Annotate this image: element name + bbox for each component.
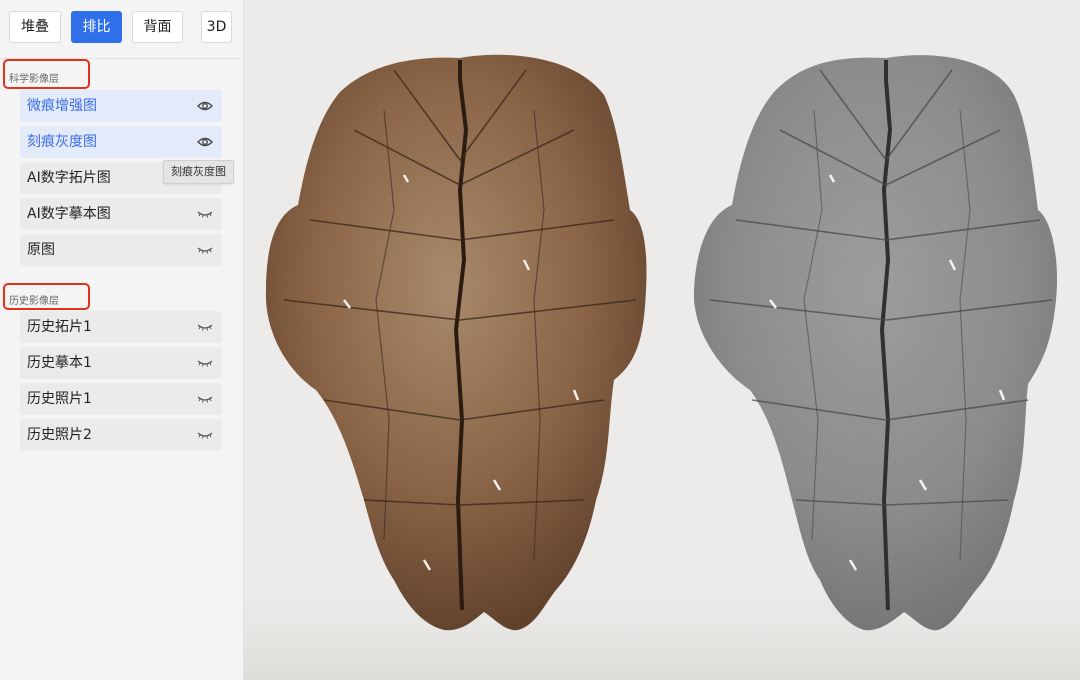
compare-viewer[interactable] — [244, 0, 1080, 680]
layer-label: 原图 — [27, 242, 55, 258]
section-title-science: 科学影像层 — [9, 74, 59, 85]
layer-label: AI数字摹本图 — [27, 206, 111, 222]
eye-closed-icon[interactable] — [197, 392, 213, 406]
layer-item-history-rubbing-1[interactable]: 历史拓片1 — [20, 311, 222, 343]
stack-mode-button[interactable]: 堆叠 — [9, 11, 61, 43]
eye-icon[interactable] — [197, 135, 213, 149]
compare-mode-button[interactable]: 排比 — [71, 11, 122, 43]
layer-label: 历史拓片1 — [27, 319, 92, 335]
layer-label: 刻痕灰度图 — [27, 134, 97, 150]
layer-item-gray-carving[interactable]: 刻痕灰度图 — [20, 126, 222, 158]
eye-closed-icon[interactable] — [197, 320, 213, 334]
layer-item-history-photo-1[interactable]: 历史照片1 — [20, 383, 222, 415]
layer-item-history-copy-1[interactable]: 历史摹本1 — [20, 347, 222, 379]
layer-label: 微痕增强图 — [27, 98, 97, 114]
layer-item-history-photo-2[interactable]: 历史照片2 — [20, 419, 222, 451]
layer-item-original[interactable]: 原图 — [20, 234, 222, 266]
grayscale-shell-image — [693, 55, 1058, 631]
eye-closed-icon[interactable] — [197, 243, 213, 257]
layer-label: 历史照片2 — [27, 427, 92, 443]
view-mode-toolbar: 堆叠 排比 背面 3D — [0, 0, 243, 59]
color-shell-image — [265, 54, 647, 631]
layer-item-micro-trace[interactable]: 微痕增强图 — [20, 90, 222, 122]
eye-closed-icon[interactable] — [197, 207, 213, 221]
eye-closed-icon[interactable] — [197, 428, 213, 442]
eye-icon[interactable] — [197, 99, 213, 113]
3d-view-button[interactable]: 3D — [201, 11, 232, 43]
layer-label: 历史照片1 — [27, 391, 92, 407]
layer-label: AI数字拓片图 — [27, 170, 111, 186]
layer-tooltip: 刻痕灰度图 — [163, 160, 234, 184]
back-side-button[interactable]: 背面 — [132, 11, 183, 43]
eye-closed-icon[interactable] — [197, 356, 213, 370]
section-title-history: 历史影像层 — [9, 296, 59, 307]
layer-label: 历史摹本1 — [27, 355, 92, 371]
layer-item-ai-copy[interactable]: AI数字摹本图 — [20, 198, 222, 230]
layer-sidebar: 堆叠 排比 背面 3D 科学影像层 微痕增强图 刻痕灰度图 AI数字拓片图 AI… — [0, 0, 244, 680]
